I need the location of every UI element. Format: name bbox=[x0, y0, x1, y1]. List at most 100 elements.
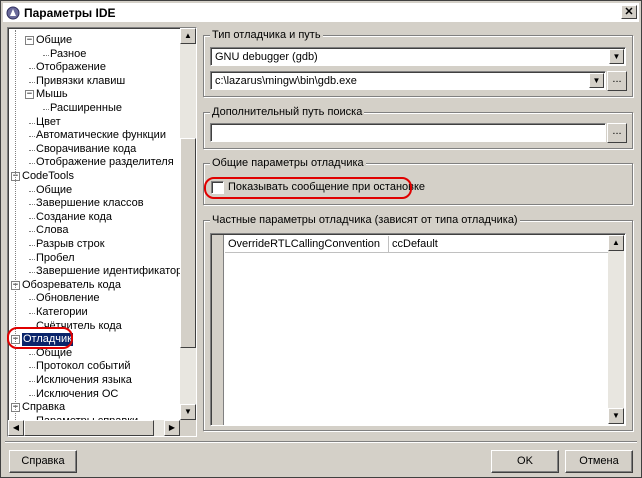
tree-item[interactable]: Общие bbox=[36, 184, 72, 197]
tree-connector bbox=[43, 54, 49, 56]
tree-connector bbox=[29, 122, 35, 124]
tree-item[interactable]: Категории bbox=[36, 306, 88, 319]
search-path-browse-button[interactable]: ... bbox=[607, 123, 627, 143]
tree-connector bbox=[29, 381, 35, 382]
tree-connector bbox=[29, 81, 35, 83]
search-path-group-title: Дополнительный путь поиска bbox=[210, 106, 365, 118]
tree-items: − Общие Разное Отображение Привязки клавиш − М… bbox=[10, 30, 180, 420]
debugger-path-value: c:\lazarus\mingw\bin\gdb.exe bbox=[215, 75, 357, 87]
specific-params-group-title: Частные параметры отладчика (зависят от … bbox=[210, 214, 520, 226]
hscroll-thumb[interactable] bbox=[24, 420, 154, 436]
tree-item[interactable]: Создание кода bbox=[36, 211, 112, 224]
tree-connector bbox=[29, 149, 35, 151]
tree-item[interactable]: Расширенные bbox=[50, 102, 122, 115]
title-bar[interactable]: Параметры IDE ✕ bbox=[3, 3, 639, 22]
tree-item[interactable]: Цвет bbox=[36, 116, 61, 129]
tree-item[interactable]: Счётчитель кода bbox=[36, 320, 122, 333]
tree-item[interactable]: Общие bbox=[36, 347, 72, 360]
grid-gutter bbox=[212, 235, 224, 425]
tree-connector bbox=[29, 326, 35, 328]
tree-item[interactable]: Отображение bbox=[36, 61, 106, 74]
tree-item[interactable]: CodeTools bbox=[22, 170, 74, 183]
close-button[interactable]: ✕ bbox=[621, 5, 637, 19]
tree-item[interactable]: Отображение разделителя bbox=[36, 156, 174, 169]
tree-connector bbox=[29, 367, 35, 369]
show-message-label[interactable]: Показывать сообщение при остановке bbox=[228, 181, 425, 194]
tree-item[interactable]: Пробел bbox=[36, 252, 75, 265]
specific-params-group: Частные параметры отладчика (зависят от … bbox=[203, 214, 633, 431]
tree-connector bbox=[29, 68, 35, 70]
debugger-type-value: GNU debugger (gdb) bbox=[215, 51, 318, 63]
arrow-left-icon: ◀ bbox=[12, 423, 20, 432]
tree-connector bbox=[29, 313, 35, 314]
debugger-type-group: Тип отладчика и путь GNU debugger (gdb) … bbox=[203, 29, 633, 97]
tree-connector bbox=[29, 353, 35, 355]
arrow-up-icon: ▲ bbox=[612, 238, 620, 247]
debugger-path-select[interactable]: c:\lazarus\mingw\bin\gdb.exe ▼ bbox=[210, 71, 606, 90]
tree-expander-icon[interactable]: − bbox=[25, 90, 34, 100]
tree-item[interactable]: Разрыв строк bbox=[36, 238, 105, 251]
tree-expander-icon[interactable]: − bbox=[25, 36, 34, 45]
tree-item[interactable]: Завершение идентификаторов bbox=[36, 265, 180, 278]
scroll-thumb[interactable] bbox=[180, 138, 196, 348]
tree-vertical-scrollbar[interactable]: ▲ ▼ bbox=[180, 28, 196, 420]
search-path-group: Дополнительный путь поиска ... bbox=[203, 106, 633, 149]
tree-item[interactable]: Мышь bbox=[36, 88, 68, 101]
grid-vertical-scrollbar[interactable]: ▲ ▼ bbox=[608, 235, 624, 424]
tree-connector bbox=[29, 245, 35, 246]
debugger-path-dropdown-button[interactable]: ▼ bbox=[589, 73, 604, 88]
grid-scroll-up-button[interactable]: ▲ bbox=[608, 235, 624, 251]
tree-item[interactable]: Привязки клавиш bbox=[36, 75, 125, 88]
tree-item[interactable]: Обозреватель кода bbox=[22, 279, 121, 292]
scroll-corner bbox=[180, 420, 196, 436]
close-icon: ✕ bbox=[624, 6, 634, 18]
help-button[interactable]: Справка bbox=[9, 450, 77, 473]
tree-item[interactable]: Завершение классов bbox=[36, 197, 144, 210]
tree-connector bbox=[29, 299, 35, 301]
tree-item[interactable]: Автоматические функции bbox=[36, 129, 166, 142]
tree-connector bbox=[29, 258, 35, 260]
search-path-input[interactable] bbox=[210, 123, 606, 142]
tree-item[interactable]: Отладчик bbox=[22, 333, 73, 347]
debugger-path-browse-button[interactable]: ... bbox=[607, 71, 627, 91]
tree-item[interactable]: Обновление bbox=[36, 292, 100, 305]
cancel-button[interactable]: Отмена bbox=[565, 450, 633, 473]
general-params-group-title: Общие параметры отладчика bbox=[210, 157, 366, 169]
footer-separator bbox=[5, 441, 637, 443]
debugger-type-group-title: Тип отладчика и путь bbox=[210, 29, 323, 41]
grid-property-value[interactable]: ccDefault bbox=[389, 236, 609, 253]
debugger-type-dropdown-button[interactable]: ▼ bbox=[609, 49, 624, 64]
tree-item[interactable]: Сворачивание кода bbox=[36, 143, 136, 156]
tree-item[interactable]: Исключения ОС bbox=[36, 388, 118, 401]
tree-connector bbox=[29, 204, 35, 206]
options-tree[interactable]: − Общие Разное Отображение Привязки клавиш − М… bbox=[7, 27, 197, 437]
tree-item[interactable]: Разное bbox=[50, 48, 86, 61]
scroll-up-button[interactable]: ▲ bbox=[180, 28, 196, 44]
window-title: Параметры IDE bbox=[24, 5, 116, 20]
tree-root-line bbox=[15, 30, 16, 420]
debugger-type-select[interactable]: GNU debugger (gdb) ▼ bbox=[210, 47, 626, 66]
show-message-checkbox[interactable] bbox=[211, 181, 224, 194]
tree-connector bbox=[29, 272, 35, 274]
tree-item[interactable]: Справка bbox=[22, 401, 65, 414]
grid-property-name[interactable]: OverrideRTLCallingConvention bbox=[225, 236, 389, 253]
ok-button[interactable]: OK bbox=[491, 450, 559, 473]
grid-scroll-down-button[interactable]: ▼ bbox=[608, 408, 624, 424]
tree-item[interactable]: Общие bbox=[36, 34, 72, 47]
scroll-left-button[interactable]: ◀ bbox=[8, 420, 24, 436]
tree-connector bbox=[29, 190, 35, 192]
scroll-down-button[interactable]: ▼ bbox=[180, 404, 196, 420]
arrow-down-icon: ▼ bbox=[184, 407, 192, 416]
property-grid[interactable]: OverrideRTLCallingConvention ccDefault ▲ … bbox=[210, 233, 626, 426]
arrow-down-icon: ▼ bbox=[612, 411, 620, 420]
tree-horizontal-scrollbar[interactable]: ◀ ▶ bbox=[8, 420, 180, 436]
tree-connector bbox=[43, 109, 49, 110]
scroll-right-button[interactable]: ▶ bbox=[164, 420, 180, 436]
tree-item[interactable]: Слова bbox=[36, 224, 68, 237]
tree-connector bbox=[29, 394, 35, 396]
tree-item[interactable]: Протокол событий bbox=[36, 360, 131, 373]
ide-options-window: Параметры IDE ✕ − Общие Разное Отображение П… bbox=[0, 0, 642, 478]
tree-connector bbox=[29, 163, 35, 165]
arrow-up-icon: ▲ bbox=[184, 31, 192, 40]
tree-item[interactable]: Исключения языка bbox=[36, 374, 132, 387]
